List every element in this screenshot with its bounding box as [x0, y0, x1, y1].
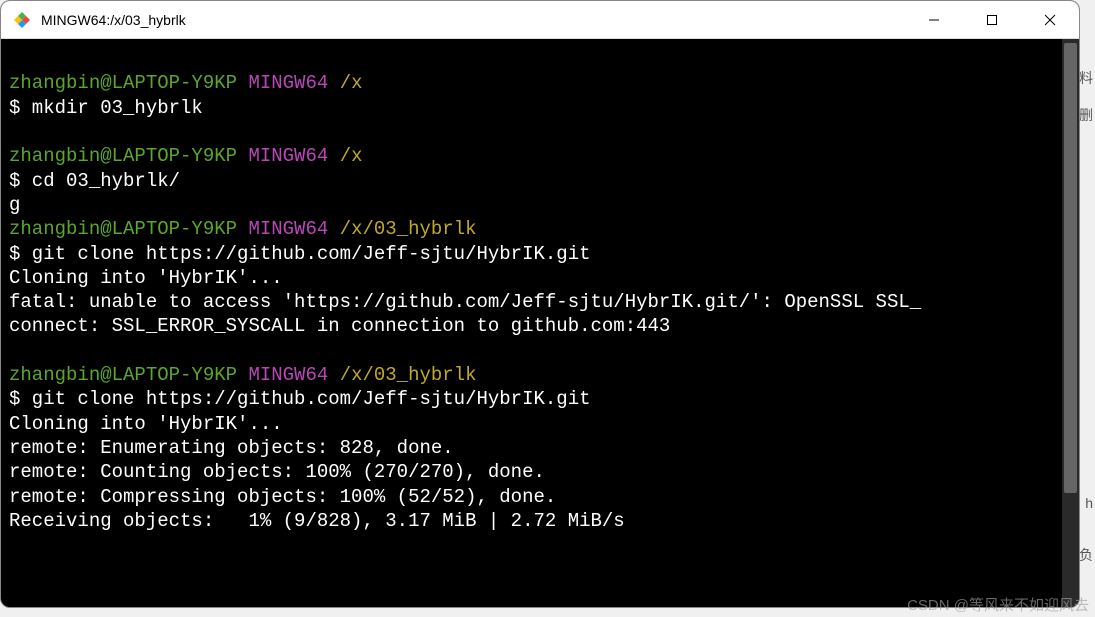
terminal-body[interactable]: zhangbin@LAPTOP-Y9KP MINGW64 /x $ mkdir …	[1, 39, 1079, 607]
blank-line	[9, 339, 1071, 363]
window-controls	[905, 1, 1079, 38]
app-icon	[13, 11, 31, 29]
terminal-window: MINGW64:/x/03_hybrlk zhangbin@LAPTOP-Y9K…	[0, 0, 1080, 608]
side-hint: 删	[1079, 105, 1093, 125]
blank-line	[9, 120, 1071, 144]
window-title: MINGW64:/x/03_hybrlk	[41, 12, 905, 28]
titlebar[interactable]: MINGW64:/x/03_hybrlk	[1, 1, 1079, 39]
side-hint: 负	[1079, 545, 1093, 565]
output-line: connect: SSL_ERROR_SYSCALL in connection…	[9, 314, 1071, 338]
close-button[interactable]	[1021, 1, 1079, 38]
output-line: g	[9, 193, 1071, 217]
prompt-line: zhangbin@LAPTOP-Y9KP MINGW64 /x	[9, 71, 1071, 95]
output-line: remote: Counting objects: 100% (270/270)…	[9, 460, 1071, 484]
prompt-line: zhangbin@LAPTOP-Y9KP MINGW64 /x/03_hybrl…	[9, 363, 1071, 387]
output-line: Receiving objects: 1% (9/828), 3.17 MiB …	[9, 509, 1071, 533]
blank-line	[9, 47, 1071, 71]
prompt-line: zhangbin@LAPTOP-Y9KP MINGW64 /x/03_hybrl…	[9, 217, 1071, 241]
prompt-line: zhangbin@LAPTOP-Y9KP MINGW64 /x	[9, 144, 1071, 168]
scrollbar[interactable]	[1062, 39, 1079, 607]
side-hint: h	[1085, 495, 1093, 511]
output-line: Cloning into 'HybrIK'...	[9, 266, 1071, 290]
command-line: $ mkdir 03_hybrlk	[9, 96, 1071, 120]
command-line: $ git clone https://github.com/Jeff-sjtu…	[9, 387, 1071, 411]
output-line: remote: Compressing objects: 100% (52/52…	[9, 485, 1071, 509]
maximize-button[interactable]	[963, 1, 1021, 38]
output-line: remote: Enumerating objects: 828, done.	[9, 436, 1071, 460]
command-line: $ git clone https://github.com/Jeff-sjtu…	[9, 242, 1071, 266]
output-line: Cloning into 'HybrIK'...	[9, 412, 1071, 436]
command-line: $ cd 03_hybrlk/	[9, 169, 1071, 193]
output-line: fatal: unable to access 'https://github.…	[9, 290, 1071, 314]
side-hint: 料	[1079, 68, 1093, 88]
scrollbar-thumb[interactable]	[1064, 43, 1077, 493]
minimize-button[interactable]	[905, 1, 963, 38]
watermark: CSDN @等风来不如迎风去	[907, 594, 1089, 615]
